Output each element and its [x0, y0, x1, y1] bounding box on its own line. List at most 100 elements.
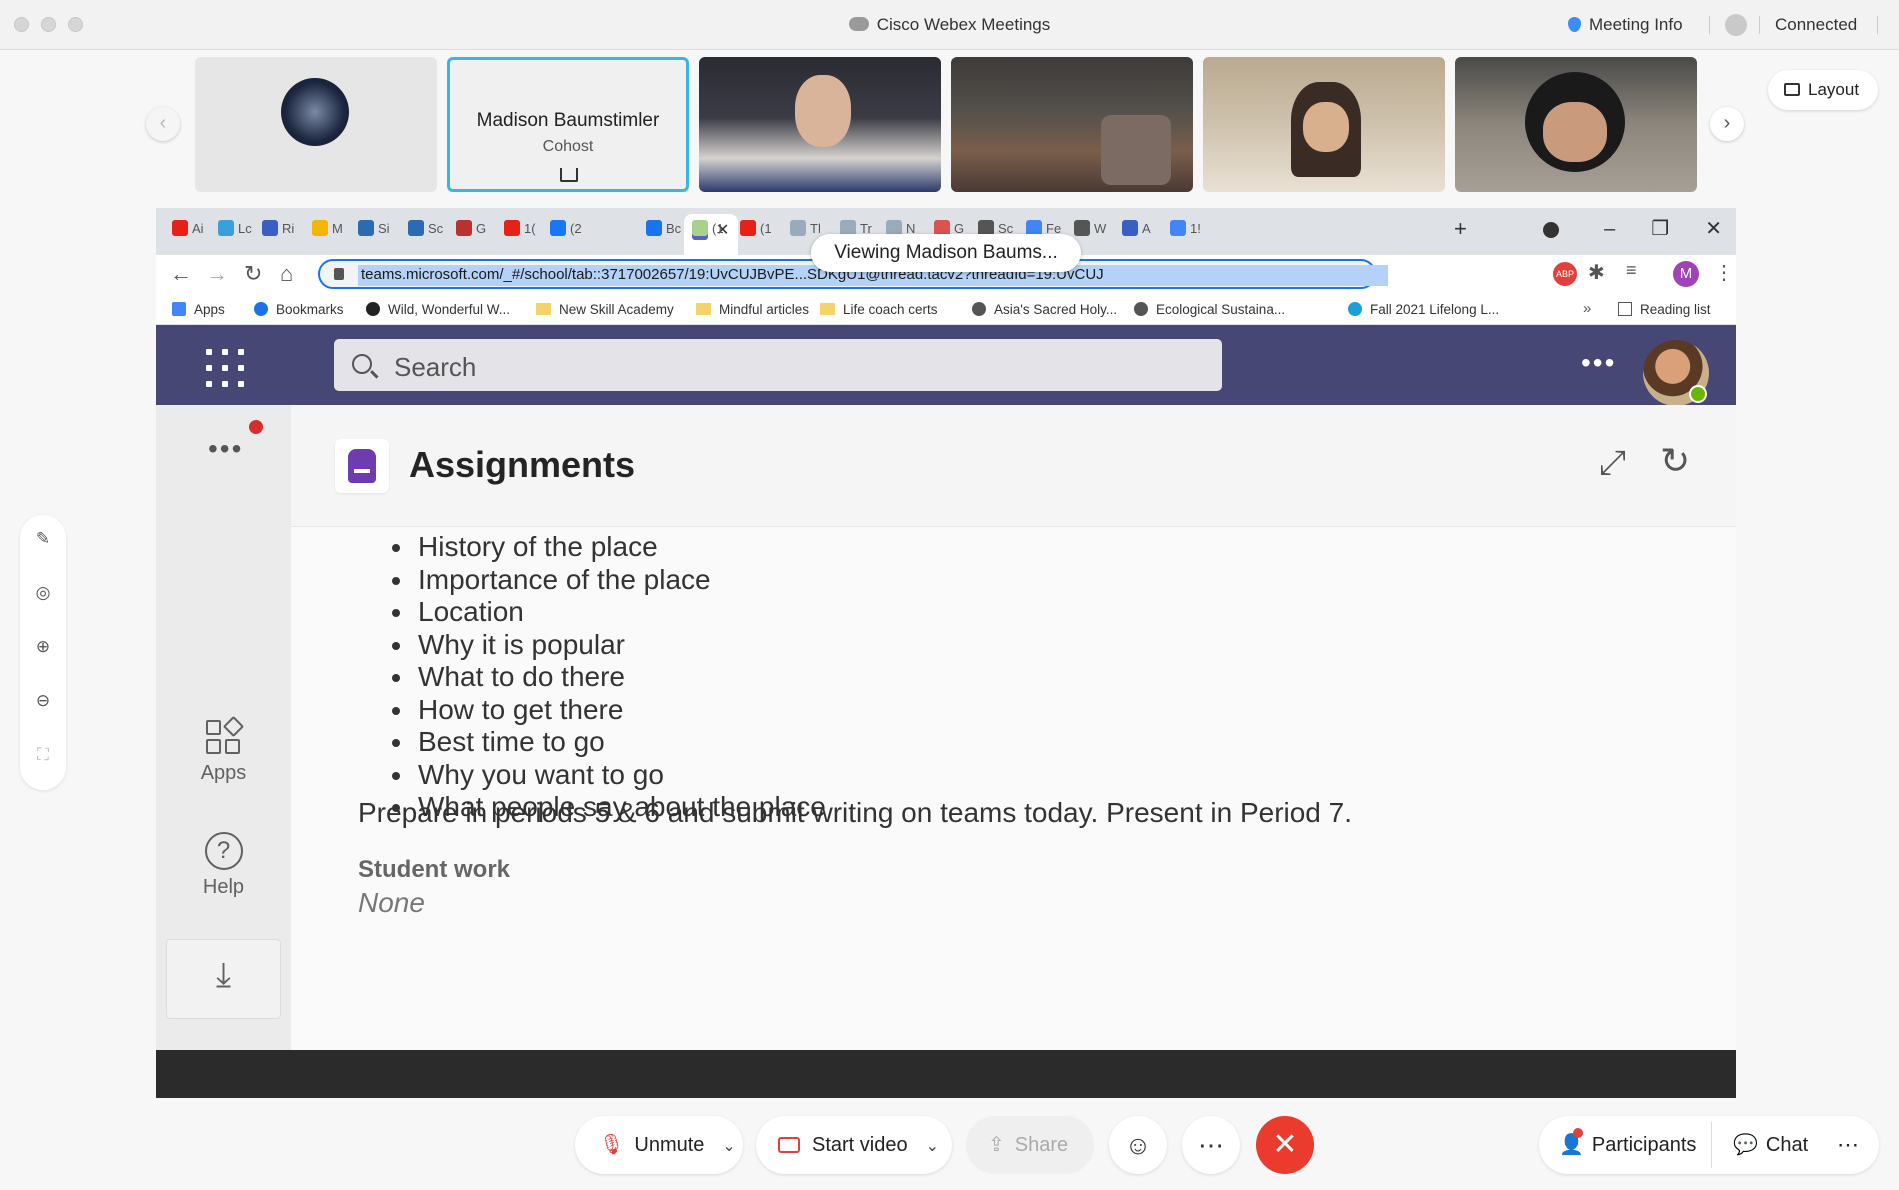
bookmark-item[interactable]: New Skill Academy	[536, 302, 674, 317]
bookmark-item[interactable]: Fall 2021 Lifelong L...	[1348, 302, 1499, 317]
participants-icon: 👤	[1559, 1128, 1584, 1156]
reading-list-icon[interactable]: ≡	[1626, 260, 1637, 281]
new-tab-button[interactable]: +	[1454, 216, 1467, 242]
expand-icon[interactable]: ⤢	[1599, 444, 1626, 483]
bookmark-item[interactable]: Life coach certs	[820, 302, 938, 317]
rail-item-help[interactable]: ? Help	[156, 832, 291, 899]
folder-icon	[696, 303, 711, 315]
bookmark-item[interactable]: Asia's Sacred Holy...	[972, 302, 1117, 317]
video-off-icon	[778, 1137, 800, 1153]
search-input[interactable]: Search	[334, 339, 1222, 391]
browser-tab[interactable]: 1!	[1170, 220, 1201, 242]
more-options-icon[interactable]: •••	[1581, 347, 1616, 379]
tab-favicon-icon	[740, 220, 756, 236]
browser-tab[interactable]: W	[1074, 220, 1106, 242]
bookmark-label: Life coach certs	[843, 302, 938, 317]
close-icon[interactable]: ✕	[1705, 218, 1722, 240]
strip-next-button[interactable]: ›	[1710, 107, 1744, 141]
browser-tab[interactable]: (1	[740, 220, 772, 242]
home-icon[interactable]: ⌂	[280, 261, 293, 287]
rail-item-apps[interactable]: Apps	[156, 715, 291, 785]
meeting-info-button[interactable]: Meeting Info	[1568, 15, 1683, 35]
list-item: How to get there	[392, 694, 826, 727]
chat-button[interactable]: 💬 Chat	[1733, 1116, 1808, 1174]
participant-video-tile[interactable]	[699, 57, 941, 192]
zoom-in-icon[interactable]: ⊕	[20, 637, 66, 657]
restore-icon[interactable]: ❐	[1651, 218, 1669, 240]
browser-tab[interactable]: (1	[692, 220, 724, 242]
kebab-menu-icon[interactable]: ⋮	[1714, 260, 1734, 285]
chevron-down-icon[interactable]: ⌄	[926, 1138, 939, 1155]
bookmark-item[interactable]: Ecological Sustaina...	[1134, 302, 1285, 317]
zoom-out-icon[interactable]: ⊖	[20, 691, 66, 711]
divider	[1711, 1122, 1712, 1168]
participants-button[interactable]: 👤 Participants	[1559, 1116, 1696, 1174]
chevron-down-icon[interactable]: ⌄	[722, 1138, 735, 1155]
muted-mic-icon: 🎙	[599, 1134, 625, 1156]
more-panels-icon[interactable]: ⋯	[1837, 1116, 1859, 1174]
tab-label: (1	[712, 221, 724, 236]
extensions-icon[interactable]: ✱	[1588, 260, 1605, 285]
reload-icon[interactable]: ↻	[244, 261, 262, 287]
globe-icon	[1134, 302, 1148, 316]
forward-icon[interactable]: →	[206, 261, 228, 287]
participant-video-tile[interactable]	[951, 57, 1193, 192]
bookmark-item[interactable]: Bookmarks	[254, 302, 344, 317]
page-title: Assignments	[409, 444, 636, 485]
download-button[interactable]: ⤓	[166, 939, 281, 1019]
browser-tab[interactable]: Ri	[262, 220, 294, 242]
back-icon[interactable]: ←	[170, 261, 192, 287]
list-item: History of the place	[392, 531, 826, 564]
browser-tab[interactable]: A	[1122, 220, 1151, 242]
browser-tab[interactable]: Bc	[646, 220, 681, 242]
reactions-icon[interactable]: ☺	[1109, 1116, 1167, 1174]
browser-tab[interactable]: G	[456, 220, 486, 242]
browser-tab[interactable]: Si	[358, 220, 390, 242]
participant-face	[1543, 102, 1607, 162]
more-bookmarks-icon[interactable]: »	[1583, 300, 1591, 317]
tab-favicon-icon	[646, 220, 662, 236]
browser-tab[interactable]: (2	[550, 220, 582, 242]
tab-favicon-icon	[1170, 220, 1186, 236]
profile-avatar[interactable]: M	[1673, 261, 1699, 287]
more-apps-icon[interactable]: •••	[208, 433, 243, 465]
participant-tile-presenter[interactable]: Madison Baumstimler Cohost	[447, 57, 689, 192]
leave-meeting-button[interactable]: ✕	[1256, 1116, 1314, 1174]
refresh-icon[interactable]: ↻	[1660, 440, 1690, 482]
participant-tile[interactable]	[195, 57, 437, 192]
annotate-pen-icon[interactable]: ✎	[20, 529, 66, 549]
unmute-button[interactable]: 🎙 Unmute ⌄	[575, 1116, 743, 1174]
tab-search-icon[interactable]	[1543, 222, 1559, 238]
strip-prev-button[interactable]: ‹	[146, 107, 180, 141]
share-button[interactable]: ⇪ Share	[966, 1116, 1094, 1174]
participant-video-tile[interactable]	[1203, 57, 1445, 192]
list-item: Best time to go	[392, 726, 826, 759]
tab-favicon-icon	[358, 220, 374, 236]
list-item: Why it is popular	[392, 629, 826, 662]
browser-tab[interactable]: Sc	[408, 220, 443, 242]
panel-buttons: 👤 Participants 💬 Chat ⋯	[1539, 1116, 1879, 1174]
fit-screen-icon[interactable]: ⛶	[20, 745, 66, 765]
browser-tab[interactable]: M	[312, 220, 343, 242]
minimize-icon[interactable]: –	[1604, 218, 1615, 240]
browser-tab[interactable]: Lc	[218, 220, 252, 242]
shield-icon	[1568, 17, 1581, 32]
browser-tab[interactable]: Ai	[172, 220, 204, 242]
app-launcher-icon[interactable]	[206, 349, 244, 387]
bookmark-label: New Skill Academy	[559, 302, 674, 317]
meeting-controls: 🎙 Unmute ⌄ Start video ⌄ ⇪ Share ☺ ⋯ ✕ 👤 Part…	[0, 1098, 1899, 1190]
bookmark-item[interactable]: Mindful articles	[696, 302, 809, 317]
avatar[interactable]	[1643, 340, 1709, 406]
bookmark-item[interactable]: Wild, Wonderful W...	[366, 302, 510, 317]
participant-video-tile[interactable]	[1455, 57, 1697, 192]
remote-control-icon[interactable]: ◎	[20, 583, 66, 603]
more-options-icon[interactable]: ⋯	[1182, 1116, 1240, 1174]
browser-tab[interactable]: 1(	[504, 220, 536, 242]
bookmark-label: Mindful articles	[719, 302, 810, 317]
tab-favicon-icon	[456, 220, 472, 236]
reading-list-button[interactable]: Reading list	[1618, 302, 1711, 317]
bookmark-item[interactable]: Apps	[172, 302, 225, 317]
start-video-button[interactable]: Start video ⌄	[756, 1116, 952, 1174]
adblock-icon[interactable]: ABP	[1553, 262, 1577, 286]
layout-button[interactable]: Layout	[1768, 70, 1878, 110]
